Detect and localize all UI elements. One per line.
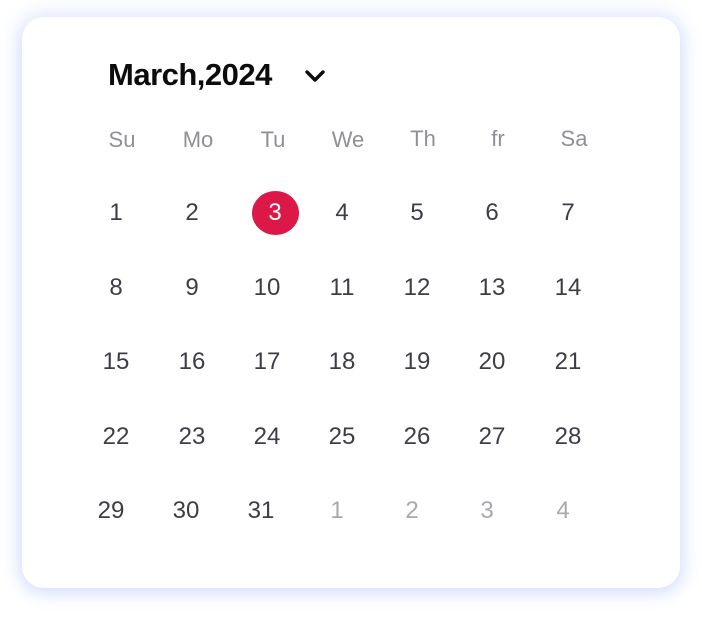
day-cell[interactable]: 16 — [162, 344, 222, 380]
day-number: 9 — [185, 274, 199, 301]
day-cell[interactable]: 17 — [237, 344, 297, 380]
day-cell[interactable]: 2 — [162, 195, 222, 231]
weekday-wednesday: We — [331, 127, 365, 152]
day-number: 18 — [328, 348, 356, 375]
day-cell[interactable]: 13 — [462, 270, 522, 306]
day-number: 7 — [561, 199, 575, 226]
day-cell[interactable]: 26 — [387, 419, 447, 455]
day-number: 27 — [478, 423, 506, 450]
weekday-header-row: Su Mo Tu We Th fr Sa — [77, 123, 677, 153]
day-cell-next-month[interactable]: 1 — [307, 493, 367, 529]
day-cell[interactable]: 15 — [86, 344, 146, 380]
day-number: 6 — [485, 199, 499, 226]
day-number: 10 — [253, 274, 281, 301]
chevron-down-icon[interactable] — [302, 63, 328, 89]
day-number: 2 — [405, 497, 419, 524]
weekday-monday: Mo — [182, 127, 214, 152]
day-number: 31 — [247, 497, 275, 524]
day-cell-next-month[interactable]: 3 — [457, 493, 517, 529]
day-cell-next-month[interactable]: 2 — [382, 493, 442, 529]
day-number: 25 — [328, 423, 356, 450]
day-number: 4 — [556, 497, 570, 524]
day-cell[interactable]: 25 — [312, 419, 372, 455]
day-cell[interactable]: 9 — [162, 270, 222, 306]
day-number: 11 — [329, 274, 355, 301]
day-number: 13 — [478, 274, 506, 301]
day-number: 8 — [109, 274, 123, 301]
day-number: 16 — [178, 348, 206, 375]
day-cell[interactable]: 29 — [81, 493, 141, 529]
day-number: 5 — [410, 199, 424, 226]
day-cell[interactable]: 10 — [237, 270, 297, 306]
day-number: 20 — [478, 348, 506, 375]
day-cell[interactable]: 12 — [387, 270, 447, 306]
day-number: 22 — [102, 423, 130, 450]
day-cell-selected[interactable]: 3 — [245, 191, 305, 235]
weekday-sunday: Su — [108, 127, 136, 152]
day-cell[interactable]: 30 — [156, 493, 216, 529]
day-number: 28 — [554, 423, 582, 450]
day-number: 24 — [253, 423, 281, 450]
day-number: 23 — [178, 423, 206, 450]
day-number: 17 — [253, 348, 281, 375]
day-cell[interactable]: 23 — [162, 419, 222, 455]
day-cell[interactable]: 11 — [312, 270, 372, 306]
day-cell[interactable]: 5 — [387, 195, 447, 231]
day-cell[interactable]: 14 — [538, 270, 598, 306]
day-cell[interactable]: 21 — [538, 344, 598, 380]
day-cell[interactable]: 31 — [231, 493, 291, 529]
day-number: 1 — [109, 199, 123, 226]
day-number: 19 — [403, 348, 431, 375]
day-cell[interactable]: 4 — [312, 195, 372, 231]
day-number: 15 — [102, 348, 130, 375]
day-number: 2 — [185, 199, 199, 226]
month-selector[interactable]: March,2024 — [108, 53, 328, 97]
day-number: 21 — [554, 348, 582, 375]
weekday-thursday: Th — [410, 126, 436, 151]
day-number: 30 — [172, 497, 200, 524]
day-cell[interactable]: 19 — [387, 344, 447, 380]
day-cell[interactable]: 8 — [86, 270, 146, 306]
selected-day-number: 3 — [251, 191, 299, 235]
day-cell[interactable]: 24 — [237, 419, 297, 455]
day-cell[interactable]: 28 — [538, 419, 598, 455]
day-number: 29 — [97, 497, 125, 524]
weekday-tuesday: Tu — [260, 127, 286, 152]
day-cell[interactable]: 18 — [312, 344, 372, 380]
day-cell[interactable]: 1 — [86, 195, 146, 231]
day-number: 1 — [330, 497, 344, 524]
calendar-card: March,2024 Su Mo Tu We Th fr Sa 1 2 3 4 … — [22, 17, 680, 588]
day-number: 12 — [403, 274, 431, 301]
weekday-saturday: Sa — [560, 126, 588, 151]
day-number: 26 — [403, 423, 431, 450]
day-cell[interactable]: 27 — [462, 419, 522, 455]
day-number: 3 — [480, 497, 494, 524]
day-cell[interactable]: 22 — [86, 419, 146, 455]
day-number: 4 — [335, 199, 349, 226]
day-cell[interactable]: 6 — [462, 195, 522, 231]
month-label: March,2024 — [108, 57, 272, 92]
day-number: 14 — [554, 274, 582, 301]
day-cell[interactable]: 20 — [462, 344, 522, 380]
day-cell-next-month[interactable]: 4 — [533, 493, 593, 529]
weekday-friday: fr — [491, 126, 505, 151]
day-cell[interactable]: 7 — [538, 195, 598, 231]
day-grid: 1 2 3 4 5 6 7 8 9 10 11 12 13 14 15 16 1… — [77, 191, 677, 545]
